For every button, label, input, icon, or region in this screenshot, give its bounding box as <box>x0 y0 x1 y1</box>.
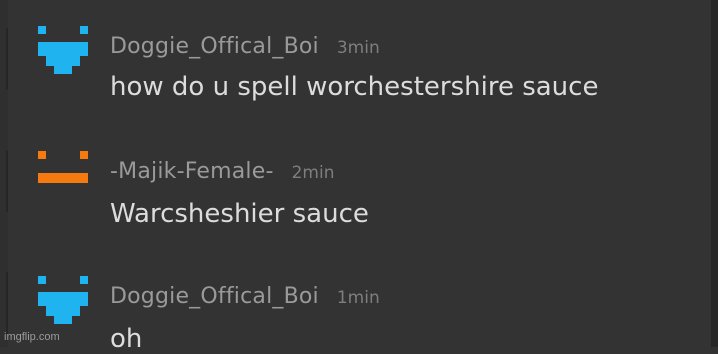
chat-message: -Majik-Female- 2min Warcsheshier sauce <box>0 125 700 229</box>
username[interactable]: -Majik-Female- <box>110 159 274 184</box>
chat-message: Doggie_Offical_Boi 3min how do u spell wo… <box>0 0 700 102</box>
message-header: Doggie_Offical_Boi 1min <box>110 284 380 309</box>
avatar[interactable] <box>36 274 94 332</box>
timestamp: 1min <box>336 288 380 308</box>
pixel-face-icon <box>38 26 88 74</box>
avatar[interactable] <box>36 149 94 207</box>
pixel-face-icon <box>38 151 88 183</box>
message-text: Warcsheshier sauce <box>110 199 369 229</box>
watermark: imgflip.com <box>4 331 60 343</box>
message-header: -Majik-Female- 2min <box>110 159 334 184</box>
scrollbar-track[interactable] <box>711 0 718 347</box>
message-text: oh <box>110 324 143 354</box>
pixel-face-icon <box>38 276 88 324</box>
username[interactable]: Doggie_Offical_Boi <box>110 34 319 59</box>
avatar[interactable] <box>36 24 94 82</box>
chat-message: Doggie_Offical_Boi 1min oh <box>0 250 700 354</box>
message-header: Doggie_Offical_Boi 3min <box>110 34 380 59</box>
timestamp: 2min <box>291 163 335 183</box>
username[interactable]: Doggie_Offical_Boi <box>110 284 319 309</box>
message-text: how do u spell worchestershire sauce <box>110 72 599 102</box>
timestamp: 3min <box>336 38 380 58</box>
